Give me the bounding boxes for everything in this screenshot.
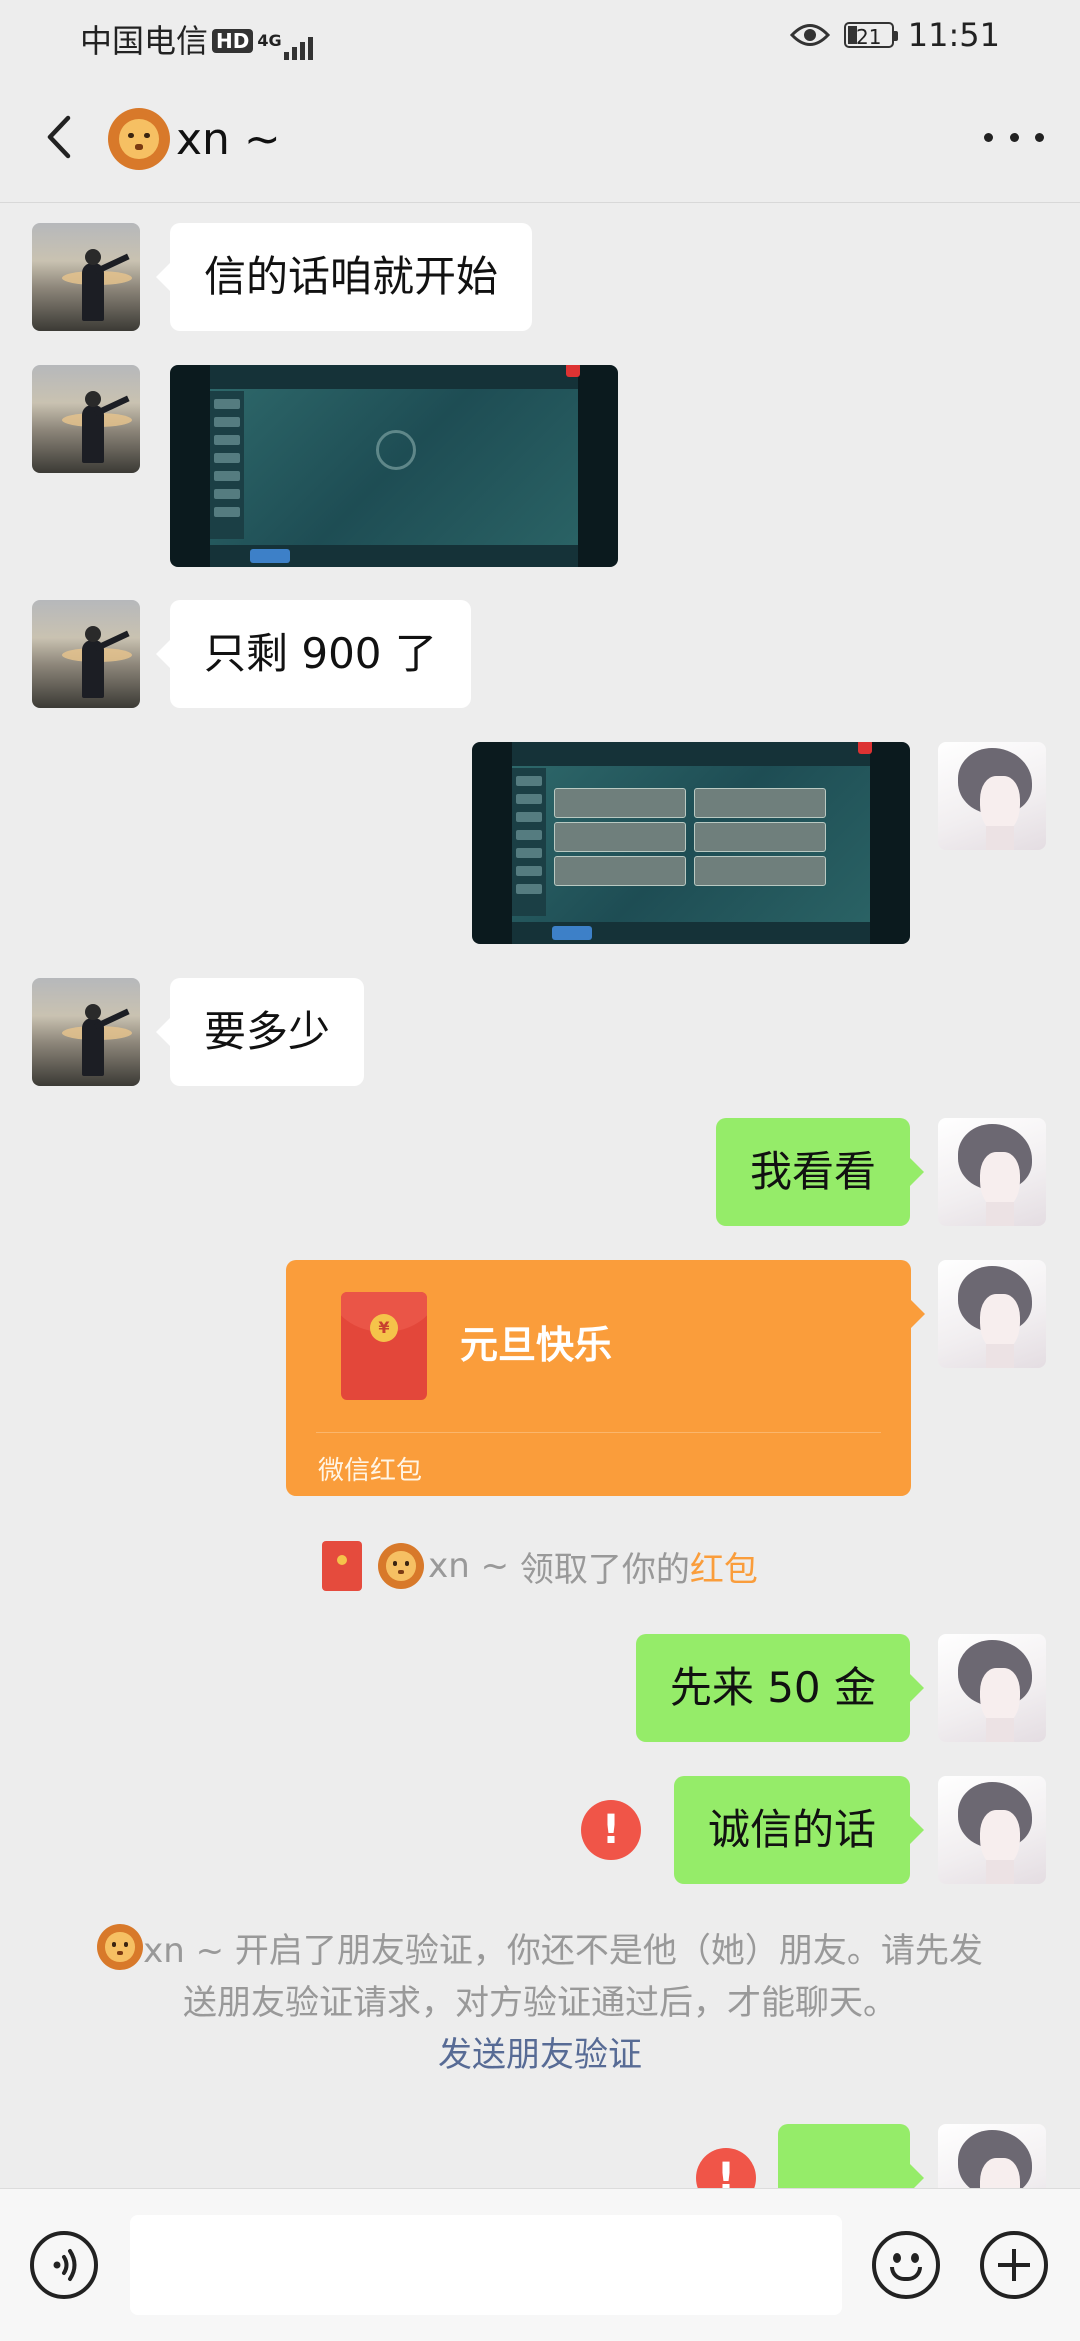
red-packet-label: 微信红包 bbox=[318, 1456, 423, 1486]
red-packet-link[interactable]: 红包 bbox=[690, 1542, 758, 1591]
red-envelope-icon: ¥ bbox=[341, 1292, 427, 1400]
status-bar: 中国电信 HD 4G 21 11:51 bbox=[0, 0, 1080, 72]
my-avatar[interactable] bbox=[938, 1260, 1046, 1368]
clock: 11:51 bbox=[907, 16, 1000, 54]
input-bar bbox=[0, 2188, 1080, 2341]
emoji-icon[interactable] bbox=[872, 2231, 940, 2299]
plus-icon[interactable] bbox=[980, 2231, 1048, 2299]
claim-name: xn ~ bbox=[428, 1546, 510, 1586]
contact-avatar[interactable] bbox=[32, 600, 140, 708]
status-right: 21 11:51 bbox=[789, 16, 1000, 54]
red-packet-claim-notice: xn ~ 领取了你的 红包 bbox=[0, 1536, 1080, 1596]
verify-text: 开启了朋友验证，你还不是他（她）朋友。请先发送朋友验证请求，对方验证通过后，才能… bbox=[183, 1931, 983, 2023]
message-bubble[interactable]: 只剩 900 了 bbox=[156, 600, 471, 708]
game-screenshot-image[interactable] bbox=[472, 742, 910, 944]
my-avatar[interactable] bbox=[938, 742, 1046, 850]
lion-emoji-icon bbox=[108, 108, 170, 170]
game-screenshot-image[interactable] bbox=[170, 365, 618, 567]
lion-emoji-icon bbox=[378, 1543, 425, 1589]
message-bubble[interactable]: 诚信的话 bbox=[673, 1776, 925, 1884]
carrier-name: 中国电信 bbox=[80, 22, 209, 60]
battery-level: 21 bbox=[856, 25, 882, 49]
message-input[interactable] bbox=[130, 2215, 842, 2315]
hd-badge: HD bbox=[212, 29, 254, 53]
friend-verification-notice: xn ~ 开启了朋友验证，你还不是他（她）朋友。请先发送朋友验证请求，对方验证通… bbox=[90, 1924, 990, 2081]
network-type: 4G bbox=[257, 31, 282, 50]
message-bubble[interactable]: 信的话咱就开始 bbox=[155, 223, 533, 331]
red-packet-small-icon bbox=[322, 1541, 363, 1591]
signal-icon bbox=[283, 22, 316, 60]
claim-text: 领取了你的 bbox=[519, 1549, 690, 1590]
send-verification-link[interactable]: 发送朋友验证 bbox=[90, 2029, 990, 2081]
chat-header: xn ~ bbox=[0, 72, 1080, 203]
lion-emoji-icon bbox=[97, 1924, 144, 1970]
chevron-left-icon[interactable] bbox=[36, 112, 86, 162]
contact-avatar[interactable] bbox=[32, 978, 140, 1086]
battery-icon: 21 bbox=[843, 22, 898, 49]
message-bubble[interactable]: 要多少 bbox=[155, 978, 365, 1086]
contact-name: xn ~ bbox=[176, 113, 281, 165]
more-dots-icon[interactable] bbox=[984, 122, 1044, 152]
eye-icon bbox=[789, 24, 830, 46]
voice-icon[interactable] bbox=[30, 2231, 98, 2299]
my-avatar[interactable] bbox=[938, 1776, 1046, 1884]
message-bubble[interactable]: 先来 50 金 bbox=[635, 1634, 925, 1742]
send-failed-icon[interactable]: ! bbox=[581, 1800, 641, 1860]
contact-avatar[interactable] bbox=[32, 365, 140, 473]
contact-avatar[interactable] bbox=[32, 223, 140, 331]
chat-title[interactable]: xn ~ bbox=[108, 108, 281, 170]
verify-name: xn ~ bbox=[143, 1931, 225, 1971]
carrier-info: 中国电信 HD 4G bbox=[80, 16, 316, 62]
red-packet-message[interactable]: ¥ 元旦快乐 微信红包 bbox=[286, 1260, 925, 1496]
my-avatar[interactable] bbox=[938, 1118, 1046, 1226]
my-avatar[interactable] bbox=[938, 1634, 1046, 1742]
message-bubble[interactable]: 我看看 bbox=[715, 1118, 925, 1226]
red-packet-title: 元旦快乐 bbox=[460, 1323, 613, 1367]
